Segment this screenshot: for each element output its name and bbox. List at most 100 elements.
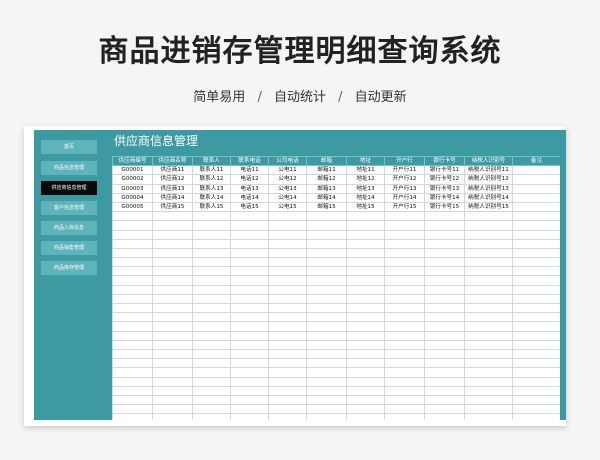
- table-cell[interactable]: [112, 229, 153, 240]
- table-row[interactable]: G00003 供应商13 联系人13 电话13 公电13 邮箱13 地址13 开户行13 银行卡…: [112, 183, 560, 194]
- table-cell[interactable]: [112, 293, 153, 305]
- table-row[interactable]: [112, 339, 560, 350]
- table-cell[interactable]: [424, 358, 465, 369]
- table-row[interactable]: [112, 404, 560, 415]
- table-cell[interactable]: G00002: [112, 174, 153, 185]
- table-cell[interactable]: 电话13: [230, 183, 269, 194]
- table-cell[interactable]: [424, 229, 465, 240]
- table-cell[interactable]: 地址13: [346, 183, 385, 194]
- table-cell[interactable]: 供应商11: [152, 165, 193, 176]
- sidebar-item-customer-info[interactable]: 客户信息管理: [41, 201, 97, 215]
- table-cell[interactable]: [230, 358, 269, 369]
- table-cell[interactable]: [268, 293, 307, 305]
- table-cell[interactable]: [230, 385, 269, 396]
- table-cell[interactable]: [346, 394, 385, 406]
- table-cell[interactable]: 联系人13: [192, 183, 231, 194]
- table-cell[interactable]: [192, 284, 231, 295]
- table-cell[interactable]: 邮箱11: [306, 165, 347, 176]
- table-row[interactable]: [112, 394, 560, 406]
- table-cell[interactable]: [512, 229, 560, 240]
- table-cell[interactable]: [346, 220, 385, 231]
- table-cell[interactable]: [464, 404, 513, 415]
- table-cell[interactable]: [268, 220, 307, 231]
- table-row[interactable]: [112, 312, 560, 323]
- table-cell[interactable]: [464, 211, 513, 222]
- table-cell[interactable]: [306, 385, 347, 396]
- table-cell[interactable]: [268, 229, 307, 240]
- table-cell[interactable]: [112, 220, 153, 231]
- table-cell[interactable]: [346, 229, 385, 240]
- table-cell[interactable]: 电话15: [230, 201, 269, 213]
- table-cell[interactable]: [384, 312, 425, 323]
- table-cell[interactable]: [230, 321, 269, 332]
- table-cell[interactable]: [192, 358, 231, 369]
- table-cell[interactable]: [230, 348, 269, 360]
- table-cell[interactable]: [346, 238, 385, 249]
- table-cell[interactable]: [192, 413, 231, 420]
- table-cell[interactable]: [424, 385, 465, 396]
- table-cell[interactable]: [306, 257, 347, 268]
- table-cell[interactable]: [512, 174, 560, 185]
- table-cell[interactable]: [306, 367, 347, 378]
- table-cell[interactable]: [346, 266, 385, 277]
- table-cell[interactable]: [512, 321, 560, 332]
- table-cell[interactable]: [192, 385, 231, 396]
- table-cell[interactable]: [192, 348, 231, 360]
- table-cell[interactable]: [152, 293, 193, 305]
- table-cell[interactable]: [192, 211, 231, 222]
- table-cell[interactable]: [230, 312, 269, 323]
- table-cell[interactable]: [152, 220, 193, 231]
- table-cell[interactable]: 开户行11: [384, 165, 425, 176]
- table-cell[interactable]: 联系人15: [192, 201, 231, 213]
- table-cell[interactable]: [384, 404, 425, 415]
- table-cell[interactable]: [384, 413, 425, 420]
- table-cell[interactable]: [424, 330, 465, 341]
- table-cell[interactable]: [424, 247, 465, 259]
- column-header[interactable]: 公司电话: [268, 156, 307, 167]
- table-cell[interactable]: [346, 376, 385, 387]
- table-cell[interactable]: [112, 358, 153, 369]
- table-cell[interactable]: G00004: [112, 192, 153, 203]
- table-cell[interactable]: [306, 220, 347, 231]
- table-cell[interactable]: [384, 293, 425, 305]
- table-row[interactable]: [112, 293, 560, 305]
- table-cell[interactable]: [152, 211, 193, 222]
- table-cell[interactable]: [384, 238, 425, 249]
- table-row[interactable]: G00004 供应商14 联系人14 电话14 公电14 邮箱14 地址14 开户行14 银行卡…: [112, 192, 560, 203]
- table-row[interactable]: [112, 220, 560, 231]
- table-cell[interactable]: [112, 339, 153, 350]
- column-header[interactable]: 备注: [512, 156, 560, 167]
- table-cell[interactable]: [152, 339, 193, 350]
- table-cell[interactable]: [112, 413, 153, 420]
- table-cell[interactable]: [268, 330, 307, 341]
- table-cell[interactable]: [512, 266, 560, 277]
- table-cell[interactable]: 地址15: [346, 201, 385, 213]
- table-cell[interactable]: [306, 339, 347, 350]
- column-header[interactable]: 银行卡号: [424, 156, 465, 167]
- table-cell[interactable]: [424, 339, 465, 350]
- column-header[interactable]: 联系人: [192, 156, 231, 167]
- table-cell[interactable]: 银行卡号15: [424, 201, 465, 213]
- table-cell[interactable]: [424, 238, 465, 249]
- table-cell[interactable]: [384, 302, 425, 314]
- table-cell[interactable]: [464, 367, 513, 378]
- table-cell[interactable]: 邮箱14: [306, 192, 347, 203]
- table-cell[interactable]: [464, 293, 513, 305]
- table-cell[interactable]: [306, 266, 347, 277]
- table-cell[interactable]: 电话11: [230, 165, 269, 176]
- table-cell[interactable]: [464, 321, 513, 332]
- table-cell[interactable]: [464, 275, 513, 286]
- table-cell[interactable]: [384, 339, 425, 350]
- table-cell[interactable]: [152, 376, 193, 387]
- table-cell[interactable]: 联系人14: [192, 192, 231, 203]
- table-cell[interactable]: [512, 165, 560, 176]
- table-cell[interactable]: [192, 220, 231, 231]
- table-cell[interactable]: [424, 321, 465, 332]
- table-cell[interactable]: [306, 238, 347, 249]
- table-cell[interactable]: [152, 302, 193, 314]
- sidebar-item-supplier-info[interactable]: 供应商信息管理: [41, 181, 97, 195]
- table-cell[interactable]: [192, 266, 231, 277]
- table-cell[interactable]: [230, 367, 269, 378]
- column-header[interactable]: 联系电话: [230, 156, 269, 167]
- table-cell[interactable]: [192, 293, 231, 305]
